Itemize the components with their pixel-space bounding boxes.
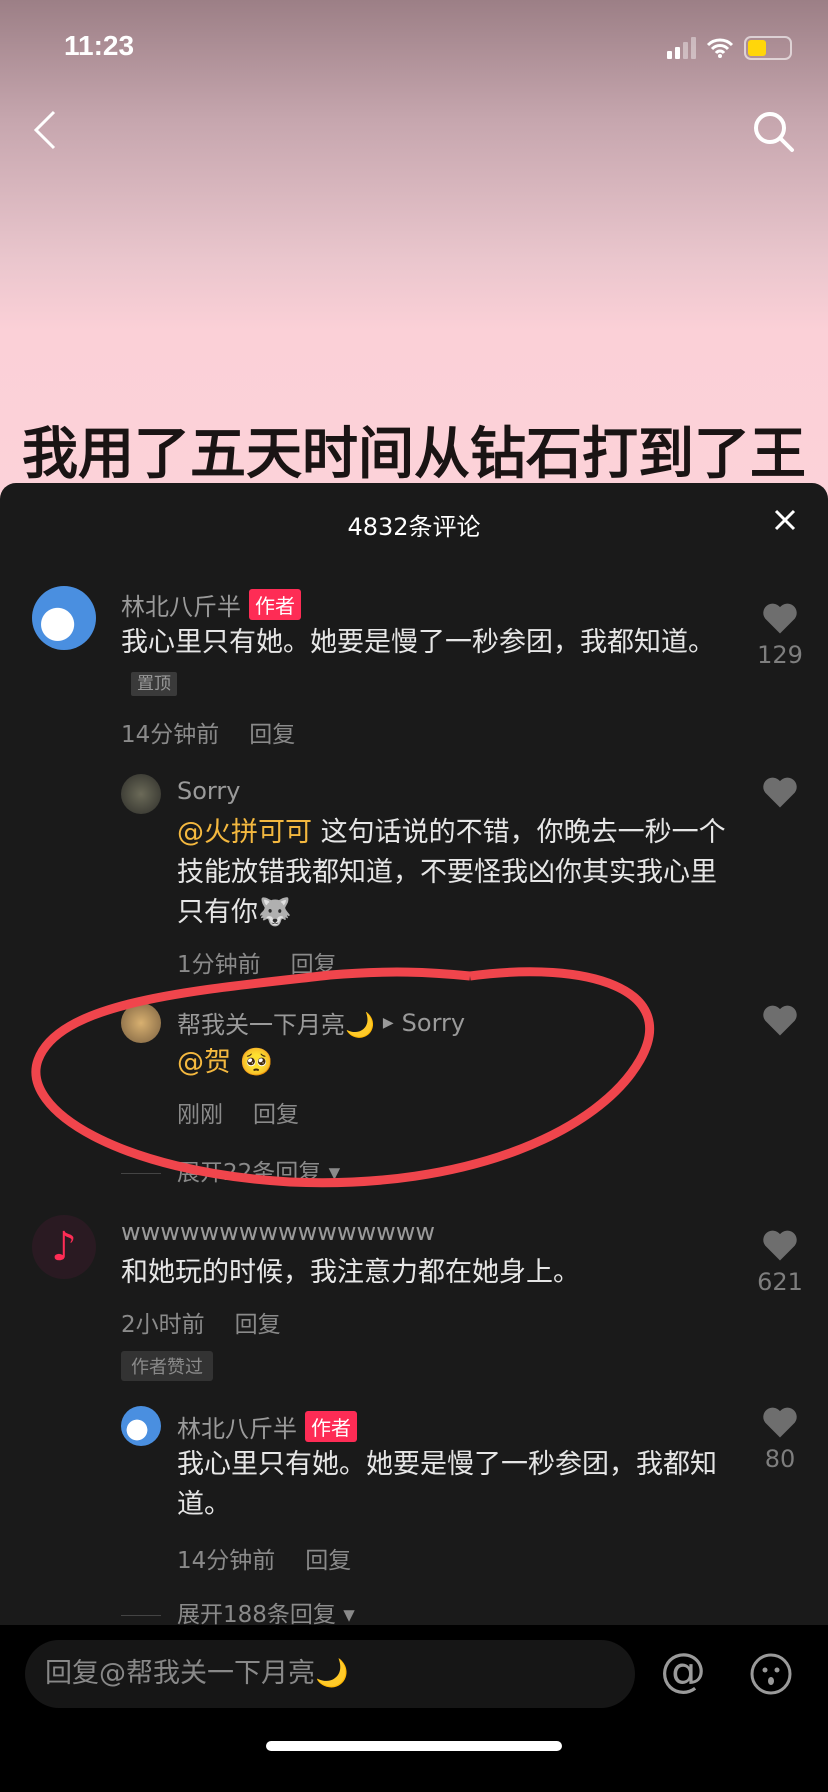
author-tag: 作者 <box>305 1411 357 1442</box>
expand-replies-button[interactable]: 展开188条回复 ▾ <box>121 1595 355 1629</box>
at-mention-button[interactable]: @ <box>660 1643 706 1697</box>
reply-button[interactable]: 回复 <box>235 1312 281 1338</box>
author-liked-badge: 作者赞过 <box>121 1351 213 1381</box>
avatar[interactable] <box>121 1406 161 1446</box>
reply-button[interactable]: 回复 <box>305 1548 351 1574</box>
comment-meta: 2小时前 回复 <box>121 1312 281 1338</box>
heart-icon <box>763 1407 797 1438</box>
home-indicator[interactable] <box>266 1741 562 1751</box>
reply-input[interactable]: 回复@帮我关一下月亮🌙 <box>25 1640 635 1708</box>
reply-meta: 14分钟前 回复 <box>177 1548 352 1574</box>
red-annotation-circle <box>31 967 655 1188</box>
reply-text: 我心里只有她。她要是慢了一秒参团，我都知道。 <box>177 1449 717 1520</box>
like-button[interactable]: 80 <box>755 1405 805 1473</box>
emoji-icon[interactable] <box>749 1652 793 1696</box>
reply-username[interactable]: 林北八斤半 作者 <box>177 1409 357 1444</box>
reply-bar: 回复@帮我关一下月亮🌙 @ <box>0 1625 828 1792</box>
